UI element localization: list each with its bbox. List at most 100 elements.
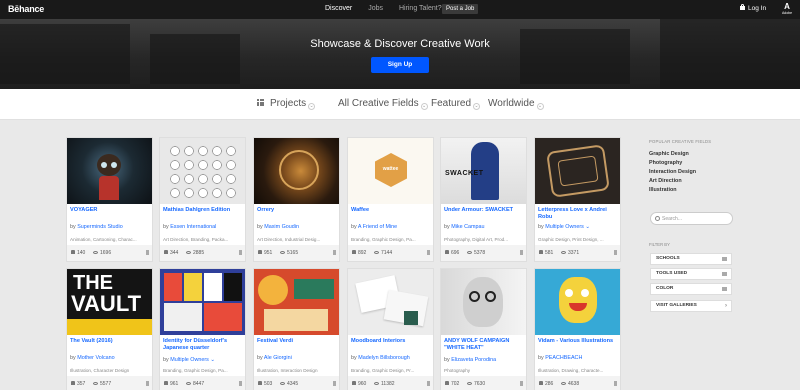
project-title[interactable]: Moodboard Interiors xyxy=(351,338,431,345)
trash-icon[interactable] xyxy=(520,250,523,255)
nav-hiring-talent[interactable]: Hiring Talent? xyxy=(399,5,442,12)
project-thumbnail[interactable] xyxy=(441,269,526,335)
adobe-logo[interactable]: A Adobe xyxy=(780,2,794,16)
project-card[interactable]: Vidam - Various Illustrations by PEACHBE… xyxy=(534,268,621,390)
project-title[interactable]: Festival Verdi xyxy=(257,338,337,345)
project-card[interactable]: Festival Verdi by Ale Giorgini Illustrat… xyxy=(253,268,340,390)
trash-icon[interactable] xyxy=(239,381,242,386)
sidebar-field-graphic-design[interactable]: Graphic Design xyxy=(649,151,689,157)
project-title[interactable]: Mathias Dahlgren Edition xyxy=(163,207,243,214)
sidebar-field-photography[interactable]: Photography xyxy=(649,160,682,166)
filter-tools-used[interactable]: TOOLS USED xyxy=(650,268,732,280)
owner-link[interactable]: Superminds Studio xyxy=(77,224,123,230)
project-card[interactable]: Orrery by Maxim Goudin Art Direction, In… xyxy=(253,137,340,262)
trash-icon[interactable] xyxy=(146,250,149,255)
trash-icon[interactable] xyxy=(146,381,149,386)
project-thumbnail[interactable] xyxy=(160,269,245,335)
project-card[interactable]: Letterpress Love x Andrei Robu by Multip… xyxy=(534,137,621,262)
project-fields: Illustration, Drawing, Characte... xyxy=(538,368,604,373)
project-thumbnail[interactable]: wattee xyxy=(348,138,433,204)
trash-icon[interactable] xyxy=(520,381,523,386)
project-thumbnail[interactable] xyxy=(348,269,433,335)
login-link[interactable]: Log In xyxy=(740,4,766,12)
sidebar-field-art-direction[interactable]: Art Direction xyxy=(649,178,682,184)
project-title[interactable]: VOYAGER xyxy=(70,207,150,214)
project-thumbnail[interactable] xyxy=(254,138,339,204)
waffee-logo-text: wattee xyxy=(382,166,399,172)
search-input[interactable]: Search... xyxy=(650,212,733,225)
filter-creative-fields[interactable]: All Creative Fields ⌄ xyxy=(338,98,428,110)
nav-jobs[interactable]: Jobs xyxy=(368,5,383,12)
project-stats: 960 11382 xyxy=(348,376,433,390)
project-card[interactable]: SWACKET Under Armour: SWACKET by Mike Ca… xyxy=(440,137,527,262)
project-card[interactable]: Mathias Dahlgren Edition by Essen Intern… xyxy=(159,137,246,262)
project-stats: 892 7144 xyxy=(348,245,433,261)
project-title[interactable]: Identity for Düsseldorf's Japanese quart… xyxy=(163,338,243,351)
filter-bar: Projects ⌄ All Creative Fields ⌄ Featured ⌄… xyxy=(0,89,800,120)
project-title[interactable]: Under Armour: SWACKET xyxy=(444,207,524,214)
owner-link[interactable]: Mike Campau xyxy=(451,224,484,230)
owner-link[interactable]: A Friend of Mine xyxy=(358,224,397,230)
hero-banner: Showcase & Discover Creative Work Sign U… xyxy=(0,19,800,89)
adobe-mark: A xyxy=(784,2,790,11)
filter-color[interactable]: COLOR xyxy=(650,283,732,295)
trash-icon[interactable] xyxy=(333,381,336,386)
search-placeholder: Search... xyxy=(662,216,683,222)
thumbs-up-icon xyxy=(258,381,262,385)
project-card[interactable]: Identity for Düsseldorf's Japanese quart… xyxy=(159,268,246,390)
project-card[interactable]: wattee Waffee by A Friend of Mine Brandi… xyxy=(347,137,434,262)
eye-icon xyxy=(93,251,98,254)
project-thumbnail[interactable] xyxy=(535,138,620,204)
trash-icon[interactable] xyxy=(427,381,430,386)
thumbs-up-icon xyxy=(445,250,449,254)
lock-icon xyxy=(740,4,745,10)
trash-icon[interactable] xyxy=(333,250,336,255)
project-thumbnail[interactable] xyxy=(254,269,339,335)
project-title[interactable]: ANDY WOLF CAMPAIGN "WHITE HEAT" xyxy=(444,338,524,351)
owner-link[interactable]: Ale Giorgini xyxy=(264,355,292,361)
likes-count: 951 xyxy=(264,250,273,256)
owner-link[interactable]: Multiple Owners xyxy=(170,357,209,363)
project-title[interactable]: Vidam - Various Illustrations xyxy=(538,338,618,345)
project-fields: Branding, Graphic Design, Pr... xyxy=(351,368,415,373)
chevron-down-icon[interactable]: ⌄ xyxy=(585,224,590,230)
sidebar-field-illustration[interactable]: Illustration xyxy=(649,187,677,193)
trash-icon[interactable] xyxy=(427,250,430,255)
visit-galleries-button[interactable]: VISIT GALLERIES › xyxy=(650,300,732,312)
filter-worldwide[interactable]: Worldwide ⌄ xyxy=(488,98,544,110)
project-title[interactable]: Orrery xyxy=(257,207,337,214)
filter-featured[interactable]: Featured ⌄ xyxy=(431,98,481,110)
project-title[interactable]: The Vault (2016) xyxy=(70,338,150,345)
project-card[interactable]: THE VAULT The Vault (2016) by Mother Vol… xyxy=(66,268,153,390)
filter-projects[interactable]: Projects ⌄ xyxy=(257,98,316,110)
project-thumbnail[interactable] xyxy=(67,138,152,204)
project-thumbnail[interactable]: SWACKET xyxy=(441,138,526,204)
project-card[interactable]: ANDY WOLF CAMPAIGN "WHITE HEAT" by Eliza… xyxy=(440,268,527,390)
behance-logo[interactable]: Bēhance xyxy=(8,4,44,14)
project-title[interactable]: Letterpress Love x Andrei Robu xyxy=(538,207,618,220)
trash-icon[interactable] xyxy=(614,250,617,255)
post-job-button[interactable]: Post a Job xyxy=(442,4,479,14)
nav-discover[interactable]: Discover xyxy=(325,5,352,12)
owner-link[interactable]: Essen International xyxy=(170,224,216,230)
project-card[interactable]: VOYAGER by Superminds Studio Animation, … xyxy=(66,137,153,262)
likes-count: 702 xyxy=(451,381,460,387)
sidebar-field-interaction-design[interactable]: Interaction Design xyxy=(649,169,696,175)
project-thumbnail[interactable]: THE VAULT xyxy=(67,269,152,335)
owner-link[interactable]: Maxim Goudin xyxy=(264,224,299,230)
owner-link[interactable]: PEACHBEACH xyxy=(545,355,582,361)
signup-button[interactable]: Sign Up xyxy=(371,57,429,73)
owner-link[interactable]: Elizaveta Porodina xyxy=(451,357,496,363)
trash-icon[interactable] xyxy=(239,250,242,255)
palette-icon xyxy=(722,287,727,291)
trash-icon[interactable] xyxy=(614,381,617,386)
project-thumbnail[interactable] xyxy=(535,269,620,335)
owner-link[interactable]: Mother Volcano xyxy=(77,355,114,361)
project-thumbnail[interactable] xyxy=(160,138,245,204)
project-title[interactable]: Waffee xyxy=(351,207,431,214)
filter-schools[interactable]: SCHOOLS xyxy=(650,253,732,265)
project-card[interactable]: Moodboard Interiors by Madelyn Billsboro… xyxy=(347,268,434,390)
owner-link[interactable]: Multiple Owners xyxy=(545,224,584,230)
owner-link[interactable]: Madelyn Billsborough xyxy=(358,355,410,361)
chevron-down-icon[interactable]: ⌄ xyxy=(210,357,215,363)
